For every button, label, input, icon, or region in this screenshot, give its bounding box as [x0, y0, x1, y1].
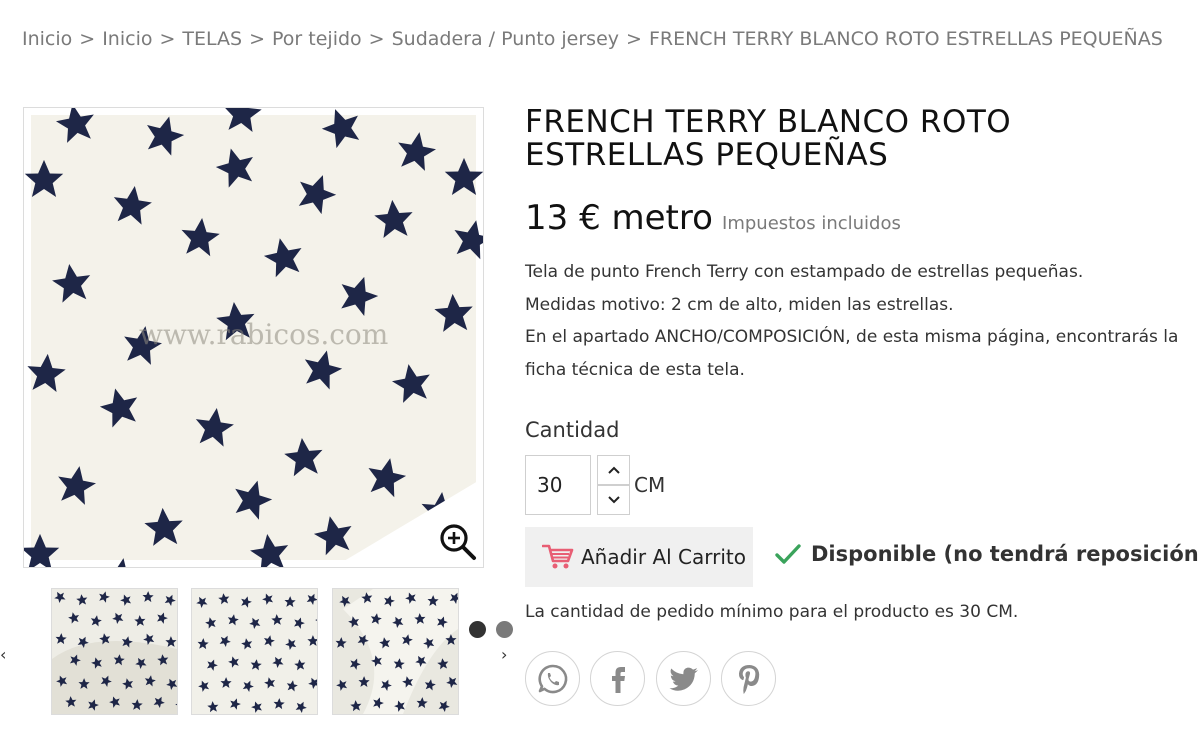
thumbnail-1-image [52, 589, 177, 714]
availability-status: Disponible (no tendrá reposición) [773, 541, 1200, 567]
twitter-icon [669, 667, 698, 691]
carousel-next-arrow[interactable]: › [501, 645, 507, 664]
share-twitter-button[interactable] [656, 651, 711, 706]
thumbnail-carousel: ‹ › [0, 588, 520, 718]
breadcrumb-item-telas[interactable]: TELAS [182, 28, 242, 50]
tax-note: Impuestos incluidos [722, 213, 901, 234]
quantity-decrease-button[interactable] [597, 485, 630, 515]
facebook-icon [611, 666, 625, 693]
thumbnail-2-image [192, 589, 317, 714]
product-main-image[interactable]: www.rabicos.com [23, 107, 484, 568]
carousel-prev-arrow[interactable]: ‹ [0, 645, 6, 664]
shopping-cart-icon [542, 544, 574, 569]
product-price: 13 € metro [525, 198, 713, 238]
fabric-star-pattern: www.rabicos.com [24, 108, 483, 567]
thumbnail-3-image [333, 589, 458, 714]
thumbnail-3[interactable] [332, 588, 459, 715]
breadcrumb-item-sudadera[interactable]: Sudadera / Punto jersey [392, 28, 619, 50]
add-to-cart-label: Añadir Al Carrito [581, 545, 746, 569]
breadcrumb-separator: > [626, 28, 642, 50]
price-row: 13 € metro Impuestos incluidos [525, 198, 901, 238]
product-title: FRENCH TERRY BLANCO ROTO ESTRELLAS PEQUE… [525, 104, 1012, 173]
product-description: Tela de punto French Terry con estampado… [525, 256, 1190, 386]
thumbnail-2[interactable] [191, 588, 318, 715]
chevron-up-icon [607, 466, 620, 474]
quantity-unit: CM [634, 473, 666, 497]
pinterest-icon [738, 664, 759, 694]
availability-text: Disponible (no tendrá reposición) [811, 542, 1200, 566]
chevron-down-icon [607, 496, 620, 504]
breadcrumb-item-inicio[interactable]: Inicio [22, 28, 72, 50]
quantity-input[interactable]: 30 [525, 455, 591, 515]
whatsapp-icon [537, 664, 567, 693]
breadcrumb-item-por-tejido[interactable]: Por tejido [272, 28, 362, 50]
add-to-cart-button[interactable]: Añadir Al Carrito [525, 527, 753, 587]
breadcrumb-separator: > [368, 28, 385, 50]
breadcrumb-separator: > [159, 28, 176, 50]
breadcrumb-separator: > [79, 28, 96, 50]
share-pinterest-button[interactable] [721, 651, 776, 706]
share-facebook-button[interactable] [590, 651, 645, 706]
breadcrumb-separator: > [249, 28, 266, 50]
thumbnail-1[interactable] [51, 588, 178, 715]
zoom-in-icon[interactable] [438, 522, 478, 562]
quantity-increase-button[interactable] [597, 455, 630, 485]
breadcrumb-item-current: FRENCH TERRY BLANCO ROTO ESTRELLAS PEQUE… [648, 28, 1163, 50]
minimum-quantity-note: La cantidad de pedido mínimo para el pro… [525, 602, 1019, 622]
share-whatsapp-button[interactable] [525, 651, 580, 706]
breadcrumb-item-inicio-2[interactable]: Inicio [102, 28, 152, 50]
quantity-label: Cantidad [525, 418, 620, 442]
breadcrumb: Inicio > Inicio > TELAS > Por tejido > Sudadera … [22, 28, 1163, 50]
carousel-dot-2[interactable] [496, 621, 513, 638]
image-watermark: www.rabicos.com [139, 318, 388, 351]
description-line-3: En el apartado ANCHO/COMPOSICIÓN, de est… [525, 327, 1179, 380]
carousel-dot-1[interactable] [469, 621, 486, 638]
description-line-2: Medidas motivo: 2 cm de alto, miden las … [525, 294, 954, 315]
description-line-1: Tela de punto French Terry con estampado… [525, 262, 1084, 282]
checkmark-icon [775, 544, 801, 564]
